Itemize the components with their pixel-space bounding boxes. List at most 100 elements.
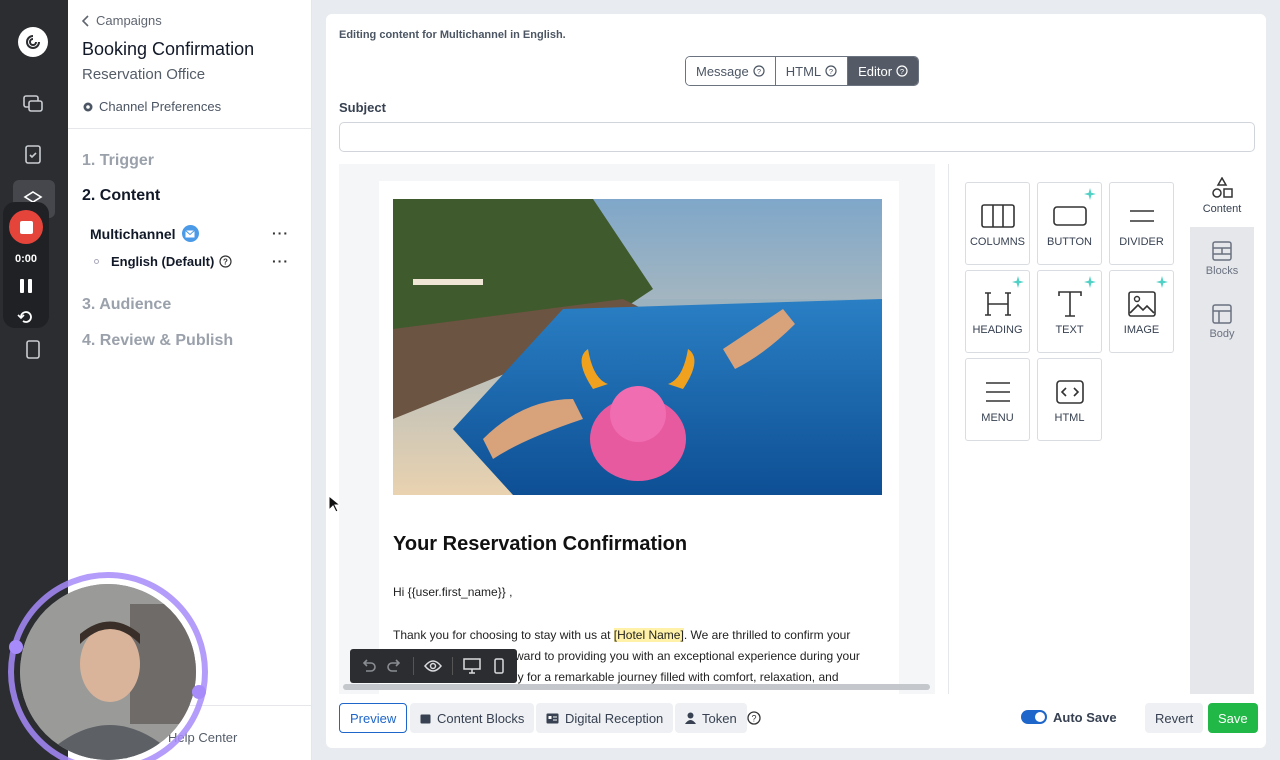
app-logo[interactable] [18, 27, 48, 57]
webcam-handle[interactable] [9, 640, 23, 654]
text-icon [1057, 287, 1083, 321]
bullet-icon [94, 259, 99, 264]
tab-blocks[interactable]: Blocks [1190, 227, 1254, 290]
tool-html[interactable]: HTML [1037, 358, 1102, 441]
chat-icon[interactable] [21, 92, 45, 116]
editor-tab-rail: Content Blocks Body [1190, 164, 1254, 694]
tab-content[interactable]: Content [1190, 164, 1254, 227]
menu-icon [985, 375, 1011, 409]
mobile-icon[interactable] [491, 657, 507, 675]
svg-text:?: ? [900, 67, 904, 76]
email-canvas[interactable]: Your Reservation Confirmation Hi {{user.… [339, 164, 935, 694]
horizontal-scrollbar[interactable] [343, 684, 930, 690]
editor-bottom-bar: Preview Content Blocks Digital Reception… [339, 702, 1258, 734]
id-card-icon [546, 713, 559, 723]
auto-save-toggle[interactable] [1021, 710, 1047, 724]
channel-more-menu[interactable]: ··· [272, 225, 289, 241]
tool-divider[interactable]: DIVIDER [1109, 182, 1174, 265]
email-greeting[interactable]: Hi {{user.first_name}} , [393, 582, 883, 603]
undo-icon[interactable] [360, 657, 376, 675]
step-trigger[interactable]: 1. Trigger [82, 152, 154, 170]
preview-eye-icon[interactable] [423, 657, 442, 675]
auto-save-label: Auto Save [1053, 710, 1117, 725]
email-paragraph[interactable]: Thank you for choosing to stay with us a… [393, 625, 883, 646]
heading-icon [984, 287, 1012, 321]
save-button[interactable]: Save [1208, 703, 1258, 733]
campaign-title: Booking Confirmation [82, 39, 255, 59]
mode-editor-tab[interactable]: Editor ? [847, 57, 919, 85]
email-preview: Your Reservation Confirmation Hi {{user.… [379, 181, 899, 694]
tool-button[interactable]: BUTTON [1037, 182, 1102, 265]
tool-menu[interactable]: MENU [965, 358, 1030, 441]
stop-record-button[interactable] [9, 210, 43, 244]
step-content[interactable]: 2. Content [82, 187, 160, 205]
mode-message-tab[interactable]: Message ? [686, 57, 775, 85]
svg-text:?: ? [223, 258, 228, 267]
token-button[interactable]: Token [675, 703, 747, 733]
button-icon [1052, 199, 1087, 233]
chevron-left-icon [82, 14, 89, 27]
help-circle-icon: ? [219, 255, 232, 268]
preview-button[interactable]: Preview [339, 703, 408, 733]
desktop-icon[interactable] [462, 657, 481, 675]
step-audience[interactable]: 3. Audience [82, 296, 171, 314]
editing-note: Editing content for Multichannel in Engl… [339, 29, 566, 41]
language-item-english[interactable]: English (Default) ? [94, 254, 232, 269]
content-tools-panel: COLUMNS BUTTON DIVIDER HEADING TEXT IMAG… [948, 164, 1190, 694]
tab-body[interactable]: Body [1190, 290, 1254, 353]
campaign-subtitle: Reservation Office [82, 66, 206, 83]
html-icon [1055, 375, 1084, 409]
sparkle-icon [1084, 276, 1096, 288]
tool-image[interactable]: IMAGE [1109, 270, 1174, 353]
subject-label: Subject [339, 100, 386, 115]
screen-recorder: 0:00 [3, 202, 49, 328]
divider-icon [1129, 199, 1155, 233]
content-blocks-button[interactable]: Content Blocks [410, 703, 535, 733]
editor-panel: Editing content for Multichannel in Engl… [326, 14, 1266, 748]
digital-reception-button[interactable]: Digital Reception [536, 703, 674, 733]
mode-switcher: Message ? HTML ? Editor ? [685, 56, 920, 86]
help-circle-icon[interactable]: ? [747, 711, 761, 725]
tool-heading[interactable]: HEADING [965, 270, 1030, 353]
svg-text:?: ? [757, 67, 761, 76]
mode-html-tab[interactable]: HTML ? [774, 57, 848, 85]
back-to-campaigns-link[interactable]: Campaigns [82, 13, 162, 28]
tool-columns[interactable]: COLUMNS [965, 182, 1030, 265]
subject-input[interactable] [339, 122, 1255, 152]
shapes-icon [1212, 176, 1233, 198]
clipboard-icon[interactable] [21, 337, 45, 361]
help-circle-icon: ? [753, 65, 765, 77]
channel-item-multichannel[interactable]: Multichannel [90, 225, 199, 242]
clipboard-check-icon[interactable] [21, 142, 45, 166]
redo-icon[interactable] [386, 657, 402, 675]
hotel-name-placeholder: [Hotel Name] [613, 628, 684, 642]
divider [68, 128, 312, 129]
step-review-publish[interactable]: 4. Review & Publish [82, 332, 233, 350]
image-icon [1127, 287, 1156, 321]
language-more-menu[interactable]: ··· [272, 253, 289, 269]
sparkle-icon [1084, 188, 1096, 200]
columns-icon [980, 199, 1015, 233]
revert-button[interactable]: Revert [1145, 703, 1204, 733]
layout-icon [1212, 303, 1232, 324]
tool-text[interactable]: TEXT [1037, 270, 1102, 353]
user-icon [685, 712, 696, 724]
webcam-feed[interactable] [20, 584, 196, 760]
mouse-cursor-icon [328, 495, 340, 513]
help-circle-icon: ? [896, 65, 908, 77]
sparkle-icon [1012, 276, 1024, 288]
hero-image[interactable] [393, 199, 882, 495]
sparkle-icon [1156, 276, 1168, 288]
restart-icon[interactable] [17, 310, 35, 324]
blocks-icon [1212, 240, 1232, 261]
email-heading[interactable]: Your Reservation Confirmation [393, 533, 687, 556]
pause-icon[interactable] [20, 279, 32, 293]
webcam-handle[interactable] [192, 685, 206, 699]
svg-text:?: ? [829, 67, 833, 76]
gear-icon [83, 102, 93, 111]
email-icon [181, 225, 199, 242]
folder-icon [420, 714, 431, 723]
channel-preferences-link[interactable]: Channel Preferences [82, 99, 221, 114]
help-circle-icon: ? [825, 65, 837, 77]
recording-time: 0:00 [14, 253, 38, 265]
